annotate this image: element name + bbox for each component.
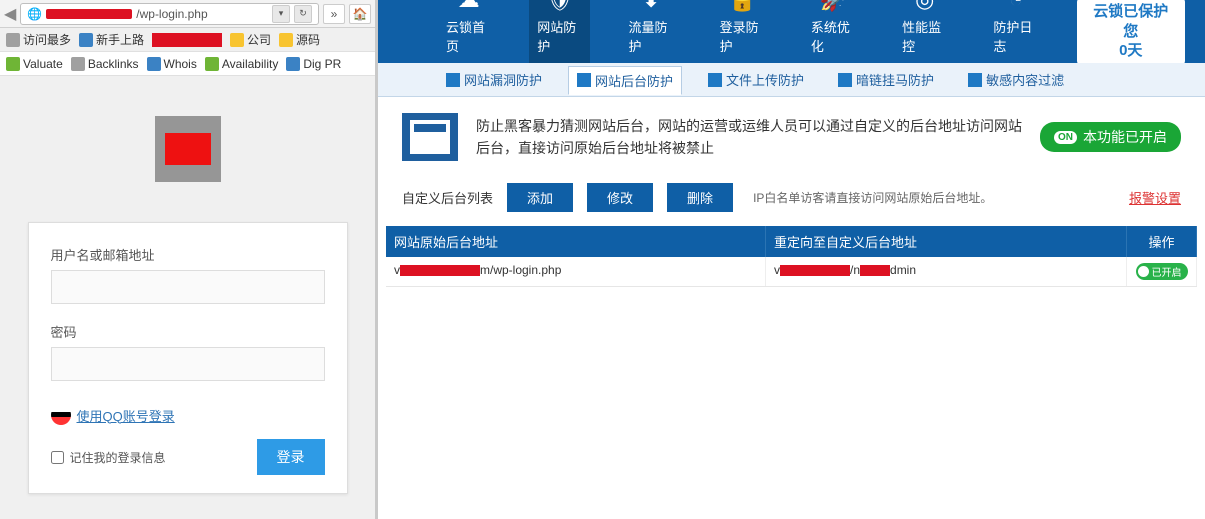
bookmark-redacted[interactable] [152, 33, 222, 47]
cell-redirect: v/ndmin [766, 257, 1127, 286]
protect-badge: 云锁已保护您0天 [1077, 0, 1185, 65]
delete-button[interactable]: 删除 [667, 183, 733, 212]
qq-icon [51, 405, 71, 425]
subtab-vuln[interactable]: 网站漏洞防护 [438, 66, 550, 93]
bookmark-most[interactable]: 访问最多 [6, 31, 71, 48]
site-logo [155, 116, 221, 182]
nav-log[interactable]: ◔防护日志 [985, 0, 1046, 63]
feature-enabled-badge: ON 本功能已开启 [1040, 122, 1181, 152]
disk-icon: ◔ [1000, 0, 1032, 14]
qq-login-link[interactable]: 使用QQ账号登录 [77, 406, 175, 425]
password-label: 密码 [51, 322, 325, 341]
username-input[interactable] [51, 270, 325, 304]
window-icon [402, 113, 458, 161]
admin-icon [577, 73, 591, 87]
subtab-upload[interactable]: 文件上传防护 [700, 66, 812, 93]
add-button[interactable]: 添加 [507, 183, 573, 212]
vuln-icon [446, 73, 460, 87]
table-row[interactable]: vm/wp-login.php v/ndmin 已开启 [386, 257, 1197, 287]
reload-icon[interactable]: ↻ [294, 5, 312, 23]
tool-whois[interactable]: Whois [147, 57, 197, 71]
nav-web[interactable]: 🛡网站防护 [529, 0, 590, 63]
nav-login[interactable]: 🔒登录防护 [712, 0, 773, 63]
alarm-link[interactable]: 报警设置 [1129, 188, 1181, 207]
darklink-icon [838, 73, 852, 87]
login-button[interactable]: 登录 [257, 439, 325, 475]
filter-icon [968, 73, 982, 87]
rules-table: 网站原始后台地址 重定向至自定义后台地址 操作 vm/wp-login.php … [386, 226, 1197, 287]
table-header: 网站原始后台地址 重定向至自定义后台地址 操作 [386, 226, 1197, 257]
upload-icon [708, 73, 722, 87]
edit-button[interactable]: 修改 [587, 183, 653, 212]
on-pill: ON [1054, 131, 1077, 144]
cell-original: vm/wp-login.php [386, 257, 766, 286]
page-body: 用户名或邮箱地址 密码 使用QQ账号登录 记住我的登录信息 登录 [0, 76, 375, 519]
subtab-admin[interactable]: 网站后台防护 [568, 66, 682, 95]
col-original: 网站原始后台地址 [386, 226, 766, 257]
bookmarks-bar: 访问最多 新手上路 公司 源码 [0, 28, 375, 52]
qq-login-row: 使用QQ账号登录 [51, 405, 325, 425]
target-icon: ◎ [909, 0, 941, 14]
tool-valuate[interactable]: Valuate [6, 57, 63, 71]
cell-toggle[interactable]: 已开启 [1127, 257, 1197, 286]
address-bar: ◀ 🌐 /wp-login.php ▾ ↻ » 🏠 [0, 0, 375, 28]
subtab-bar: 网站漏洞防护 网站后台防护 文件上传防护 暗链挂马防护 敏感内容过滤 [378, 63, 1205, 97]
feature-desc: 防止黑客暴力猜测网站后台，网站的运营或运维人员可以通过自定义的后台地址访问网站后… [476, 115, 1022, 160]
remember-checkbox[interactable]: 记住我的登录信息 [51, 449, 166, 466]
tool-digpr[interactable]: Dig PR [286, 57, 341, 71]
redacted-host [46, 9, 132, 19]
shield-icon: 🛡 [544, 0, 576, 14]
tool-backlinks[interactable]: Backlinks [71, 57, 139, 71]
nav-home[interactable]: ☁云锁首页 [438, 0, 499, 63]
traffic-icon: ⬇ [635, 0, 667, 14]
col-action: 操作 [1127, 226, 1197, 257]
bookmark-newbie[interactable]: 新手上路 [79, 31, 144, 48]
col-redirect: 重定向至自定义后台地址 [766, 226, 1127, 257]
seo-toolbar: Valuate Backlinks Whois Availability Dig… [0, 52, 375, 76]
globe-icon: 🌐 [27, 7, 42, 21]
url-path: /wp-login.php [136, 7, 207, 21]
row-toggle[interactable]: 已开启 [1136, 263, 1188, 280]
browser-pane: ◀ 🌐 /wp-login.php ▾ ↻ » 🏠 访问最多 新手上路 公司 源… [0, 0, 378, 519]
back-icon[interactable]: ◀ [4, 4, 16, 24]
home-icon[interactable]: 🏠 [349, 4, 371, 24]
bookmark-source[interactable]: 源码 [279, 31, 320, 48]
rocket-icon: 🚀 [817, 0, 849, 14]
nav-perf[interactable]: ◎性能监控 [894, 0, 955, 63]
nav-opt[interactable]: 🚀系统优化 [803, 0, 864, 63]
whitelist-note: IP白名单访客请直接访问网站原始后台地址。 [753, 189, 992, 206]
lock-icon: 🔒 [726, 0, 758, 14]
bookmark-company[interactable]: 公司 [230, 31, 271, 48]
tool-availability[interactable]: Availability [205, 57, 278, 71]
password-input[interactable] [51, 347, 325, 381]
dropdown-icon[interactable]: ▾ [272, 5, 290, 23]
subtab-sens[interactable]: 敏感内容过滤 [960, 66, 1072, 93]
cloud-lock-icon: ☁ [453, 0, 485, 14]
url-field[interactable]: 🌐 /wp-login.php ▾ ↻ [20, 3, 319, 25]
subtab-dark[interactable]: 暗链挂马防护 [830, 66, 942, 93]
yunsuo-panel: ☁云锁首页 🛡网站防护 ⬇流量防护 🔒登录防护 🚀系统优化 ◎性能监控 ◔防护日… [378, 0, 1205, 519]
action-row: 自定义后台列表 添加 修改 删除 IP白名单访客请直接访问网站原始后台地址。 报… [378, 177, 1205, 226]
username-label: 用户名或邮箱地址 [51, 245, 325, 264]
login-form: 用户名或邮箱地址 密码 使用QQ账号登录 记住我的登录信息 登录 [28, 222, 348, 494]
nav-traffic[interactable]: ⬇流量防护 [620, 0, 681, 63]
remember-input[interactable] [51, 451, 64, 464]
list-label: 自定义后台列表 [402, 188, 493, 207]
top-nav: ☁云锁首页 🛡网站防护 ⬇流量防护 🔒登录防护 🚀系统优化 ◎性能监控 ◔防护日… [378, 0, 1205, 63]
feature-info: 防止黑客暴力猜测网站后台，网站的运营或运维人员可以通过自定义的后台地址访问网站后… [378, 97, 1205, 177]
forward-icon[interactable]: » [323, 4, 345, 24]
